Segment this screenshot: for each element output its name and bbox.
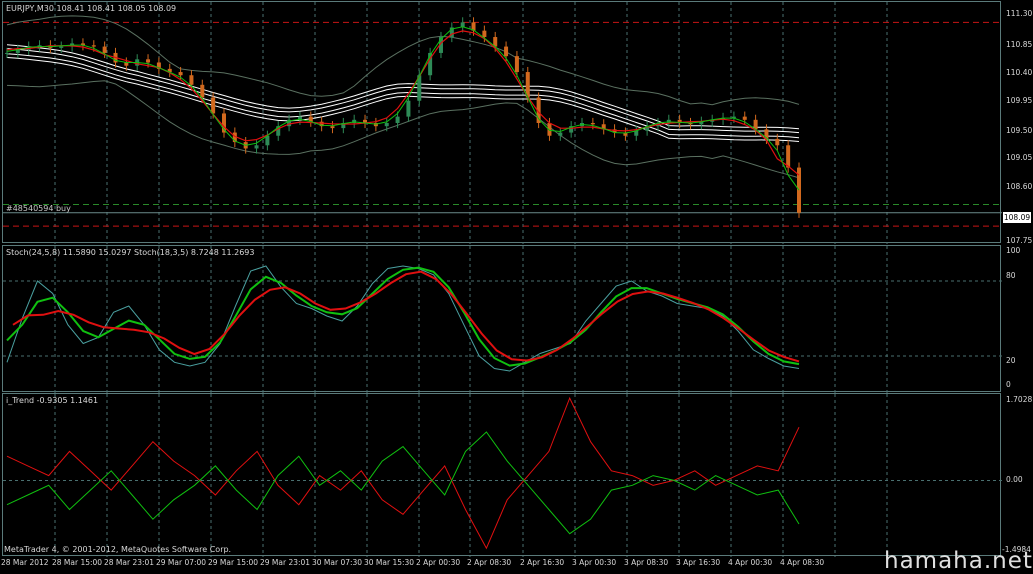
time-label: 28 Mar 15:00 (52, 558, 103, 567)
time-label: 28 Mar 23:01 (104, 558, 155, 567)
candle-body (91, 45, 96, 47)
candle-body (482, 30, 487, 38)
ma-envelope-line (6, 57, 800, 142)
time-label: 3 Apr 08:30 (624, 558, 669, 567)
stoch-fast-line (6, 265, 800, 372)
stoch-tick: 0 (1006, 380, 1011, 389)
time-label: 3 Apr 00:30 (572, 558, 617, 567)
candle-body (5, 52, 9, 54)
time-label: 2 Apr 08:30 (467, 558, 512, 567)
stoch-tick: 100 (1006, 246, 1021, 255)
ma-envelope-line (6, 44, 800, 130)
time-label: 2 Apr 00:30 (416, 558, 461, 567)
candle-body (102, 46, 107, 53)
price-tick: 108.60 (1006, 182, 1033, 191)
time-label: 3 Apr 16:30 (676, 558, 721, 567)
trend-chart-canvas[interactable] (3, 394, 1002, 557)
price-tick: 110.85 (1006, 40, 1033, 49)
trend-green-line (6, 431, 800, 535)
candle-body (384, 123, 389, 127)
ma-envelope-line (6, 53, 800, 139)
ma-green (6, 26, 800, 191)
price-tick: 109.05 (1006, 153, 1033, 162)
candle-body (178, 72, 183, 76)
current-price-marker: 108.09 (1003, 212, 1031, 223)
time-label: 29 Mar 15:00 (208, 558, 259, 567)
stoch-tick: 20 (1006, 356, 1016, 365)
candle-body (504, 46, 509, 57)
symbol-header: EURJPY,M30 108.41 108.41 108.05 108.09 (6, 4, 177, 13)
candle-body (406, 100, 411, 117)
price-pane[interactable]: EURJPY,M30 108.41 108.41 108.05 108.09 #… (2, 1, 1002, 244)
candle-body (590, 123, 595, 125)
time-label: 2 Apr 16:30 (520, 558, 565, 567)
stoch-main-line (6, 266, 800, 367)
ma-red (6, 30, 800, 176)
price-chart-canvas[interactable] (3, 2, 1002, 244)
candle-body (146, 59, 151, 63)
trend-tick: 0.00 (1006, 475, 1023, 484)
time-label: 30 Mar 15:30 (364, 558, 415, 567)
price-tick: 111.30 (1006, 9, 1033, 18)
trend-label: i_Trend -0.9305 1.1461 (6, 396, 99, 405)
time-label: 29 Mar 23:01 (260, 558, 311, 567)
candle-body (200, 84, 205, 98)
stoch-pane[interactable]: Stoch(24,5,8) 11.5890 15.0297 Stoch(18,3… (2, 245, 1002, 393)
candle-body (742, 116, 747, 120)
price-tick: 110.40 (1006, 68, 1033, 77)
trend-red-line (6, 396, 800, 550)
price-tick: 107.75 (1006, 236, 1033, 245)
trend-tick: 1.7028 (1006, 395, 1033, 404)
candle-body (395, 116, 400, 123)
price-tick: 109.50 (1006, 126, 1033, 135)
time-label: 4 Apr 00:30 (728, 558, 773, 567)
order-label: #48540594 buy (6, 204, 71, 213)
time-label: 30 Mar 07:30 (312, 558, 363, 567)
trend-pane[interactable]: i_Trend -0.9305 1.1461 (2, 393, 1002, 557)
stoch-label: Stoch(24,5,8) 11.5890 15.0297 Stoch(18,3… (6, 248, 255, 257)
candle-body (211, 97, 216, 114)
stoch-signal-line (12, 270, 800, 363)
time-label: 29 Mar 07:00 (156, 558, 207, 567)
time-axis: 28 Mar 2012 28 Mar 15:00 28 Mar 23:01 29… (0, 556, 1033, 570)
candle-body (254, 145, 259, 149)
time-label: 4 Apr 08:30 (780, 558, 825, 567)
candle-body (330, 126, 335, 129)
stoch-chart-canvas[interactable] (3, 246, 1002, 393)
candle-body (189, 75, 194, 85)
price-tick: 109.95 (1006, 96, 1033, 105)
candle-body (786, 145, 791, 168)
candle-body (514, 56, 519, 73)
candle-body (775, 138, 780, 146)
candle-body (59, 46, 64, 48)
candle-body (558, 132, 563, 136)
stoch-tick: 80 (1006, 271, 1016, 280)
watermark-logo: hamaha.net (884, 548, 1033, 574)
price-axis: 111.30 110.85 110.40 109.95 109.50 109.0… (1002, 0, 1033, 556)
time-label: 28 Mar 2012 (1, 558, 49, 567)
copyright-text: MetaTrader 4, © 2001-2012, MetaQuotes So… (4, 545, 232, 554)
